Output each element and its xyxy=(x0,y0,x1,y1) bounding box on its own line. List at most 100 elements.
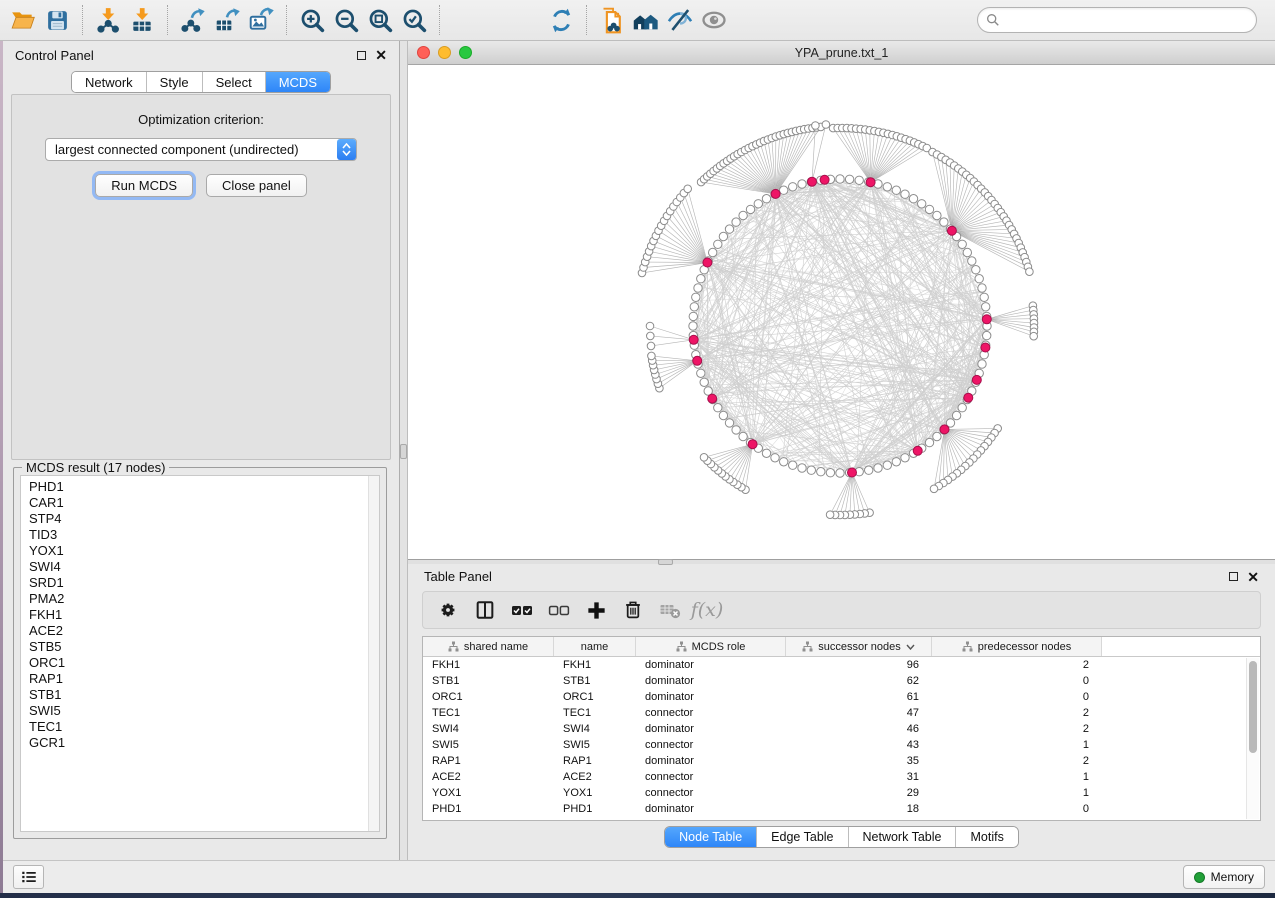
zoom-selected-icon[interactable] xyxy=(397,3,431,37)
mcds-node-item[interactable]: CAR1 xyxy=(29,495,368,511)
table-cell: TEC1 xyxy=(554,707,636,719)
splitter-handle[interactable] xyxy=(658,559,673,565)
mcds-node-item[interactable]: SWI5 xyxy=(29,703,368,719)
show-all-icon[interactable] xyxy=(697,3,731,37)
table-row[interactable]: FKH1FKH1dominator962 xyxy=(423,657,1260,673)
export-image-icon[interactable] xyxy=(244,3,278,37)
dropdown-stepper-icon[interactable] xyxy=(337,139,356,160)
tab-style[interactable]: Style xyxy=(146,72,202,92)
table-row[interactable]: STB1STB1dominator620 xyxy=(423,673,1260,689)
zoom-fit-icon[interactable] xyxy=(363,3,397,37)
splitter-handle[interactable] xyxy=(400,444,407,459)
zoom-in-icon[interactable] xyxy=(295,3,329,37)
float-panel-icon[interactable] xyxy=(357,51,366,60)
scrollbar-thumb[interactable] xyxy=(1249,661,1257,753)
tab-motifs[interactable]: Motifs xyxy=(955,827,1017,847)
mcds-node-item[interactable]: STB5 xyxy=(29,639,368,655)
mcds-node-item[interactable]: PMA2 xyxy=(29,591,368,607)
mcds-node-item[interactable]: TEC1 xyxy=(29,719,368,735)
tab-network[interactable]: Network xyxy=(72,72,146,92)
criterion-dropdown[interactable]: largest connected component (undirected) xyxy=(45,138,357,161)
search-box[interactable] xyxy=(977,7,1257,33)
table-cell: 2 xyxy=(932,723,1102,735)
table-cell: STB1 xyxy=(423,675,554,687)
network-window: YPA_prune.txt_1 xyxy=(408,41,1275,560)
mcds-node-item[interactable]: TID3 xyxy=(29,527,368,543)
tab-edge-table[interactable]: Edge Table xyxy=(756,827,847,847)
show-column-icon[interactable] xyxy=(470,595,500,625)
close-panel-icon[interactable]: ✕ xyxy=(375,50,387,60)
horizontal-splitter[interactable] xyxy=(408,560,1275,564)
deselect-all-icon[interactable] xyxy=(544,595,574,625)
column-header-shared-name[interactable]: shared name xyxy=(423,637,554,656)
table-cell: 1 xyxy=(932,739,1102,751)
tab-node-table[interactable]: Node Table xyxy=(665,827,756,847)
table-row[interactable]: TEC1TEC1connector472 xyxy=(423,705,1260,721)
mcds-result-title: MCDS result (17 nodes) xyxy=(22,460,169,475)
tab-mcds[interactable]: MCDS xyxy=(265,72,330,92)
export-network-icon[interactable] xyxy=(176,3,210,37)
mcds-node-item[interactable]: SRD1 xyxy=(29,575,368,591)
save-session-icon[interactable] xyxy=(40,3,74,37)
toolbar-separator xyxy=(82,5,83,35)
column-header-predecessor-nodes[interactable]: predecessor nodes xyxy=(932,637,1102,656)
search-input[interactable] xyxy=(1000,12,1248,28)
table-cell: dominator xyxy=(636,723,786,735)
network-canvas[interactable] xyxy=(408,65,1275,559)
apply-layout-icon[interactable] xyxy=(544,3,578,37)
vertical-splitter[interactable] xyxy=(400,41,408,860)
table-row[interactable]: RAP1RAP1dominator352 xyxy=(423,753,1260,769)
mcds-node-item[interactable]: FKH1 xyxy=(29,607,368,623)
open-file-icon[interactable] xyxy=(6,3,40,37)
table-row[interactable]: SWI4SWI4dominator462 xyxy=(423,721,1260,737)
column-header-name[interactable]: name xyxy=(554,637,636,656)
table-scrollbar[interactable] xyxy=(1246,658,1259,819)
mcds-node-item[interactable]: GCR1 xyxy=(29,735,368,751)
table-cell: ACE2 xyxy=(554,771,636,783)
delete-row-icon[interactable] xyxy=(618,595,648,625)
export-table-icon[interactable] xyxy=(210,3,244,37)
select-all-icon[interactable] xyxy=(507,595,537,625)
import-network-icon[interactable] xyxy=(91,3,125,37)
tab-select[interactable]: Select xyxy=(202,72,265,92)
table-cell: 47 xyxy=(786,707,932,719)
mcds-node-item[interactable]: STP4 xyxy=(29,511,368,527)
zoom-out-icon[interactable] xyxy=(329,3,363,37)
mcds-node-item[interactable]: STB1 xyxy=(29,687,368,703)
table-cell: connector xyxy=(636,739,786,751)
table-cell: 2 xyxy=(932,755,1102,767)
import-table-icon[interactable] xyxy=(125,3,159,37)
table-cell: SWI4 xyxy=(554,723,636,735)
mcds-node-item[interactable]: ORC1 xyxy=(29,655,368,671)
mcds-node-item[interactable]: YOX1 xyxy=(29,543,368,559)
table-row[interactable]: SWI5SWI5connector431 xyxy=(423,737,1260,753)
close-panel-icon[interactable]: ✕ xyxy=(1247,572,1259,582)
column-header-MCDS-role[interactable]: MCDS role xyxy=(636,637,786,656)
mcds-node-item[interactable]: RAP1 xyxy=(29,671,368,687)
hide-selected-icon[interactable] xyxy=(663,3,697,37)
table-row[interactable]: PHD1PHD1dominator180 xyxy=(423,801,1260,817)
mcds-list-scrollbar[interactable] xyxy=(368,476,379,831)
close-panel-button[interactable]: Close panel xyxy=(206,174,307,197)
float-panel-icon[interactable] xyxy=(1229,572,1238,581)
memory-button[interactable]: Memory xyxy=(1183,865,1265,889)
mcds-node-item[interactable]: ACE2 xyxy=(29,623,368,639)
table-cell: dominator xyxy=(636,659,786,671)
settings-gear-icon[interactable] xyxy=(433,595,463,625)
add-row-icon[interactable] xyxy=(581,595,611,625)
task-history-button[interactable] xyxy=(13,865,44,889)
mcds-node-item[interactable]: SWI4 xyxy=(29,559,368,575)
column-header-successor-nodes[interactable]: successor nodes xyxy=(786,637,932,656)
table-row[interactable]: ACE2ACE2connector311 xyxy=(423,769,1260,785)
table-row[interactable]: YOX1YOX1connector291 xyxy=(423,785,1260,801)
clone-network-icon[interactable] xyxy=(595,3,629,37)
shared-attribute-icon xyxy=(962,641,973,652)
run-mcds-button[interactable]: Run MCDS xyxy=(95,174,193,197)
tab-network-table[interactable]: Network Table xyxy=(848,827,956,847)
network-window-titlebar[interactable]: YPA_prune.txt_1 xyxy=(408,41,1275,65)
table-row[interactable]: ORC1ORC1dominator610 xyxy=(423,689,1260,705)
table-cell: connector xyxy=(636,707,786,719)
mcds-node-item[interactable]: PHD1 xyxy=(29,479,368,495)
table-cell: 43 xyxy=(786,739,932,751)
first-neighbors-icon[interactable] xyxy=(629,3,663,37)
